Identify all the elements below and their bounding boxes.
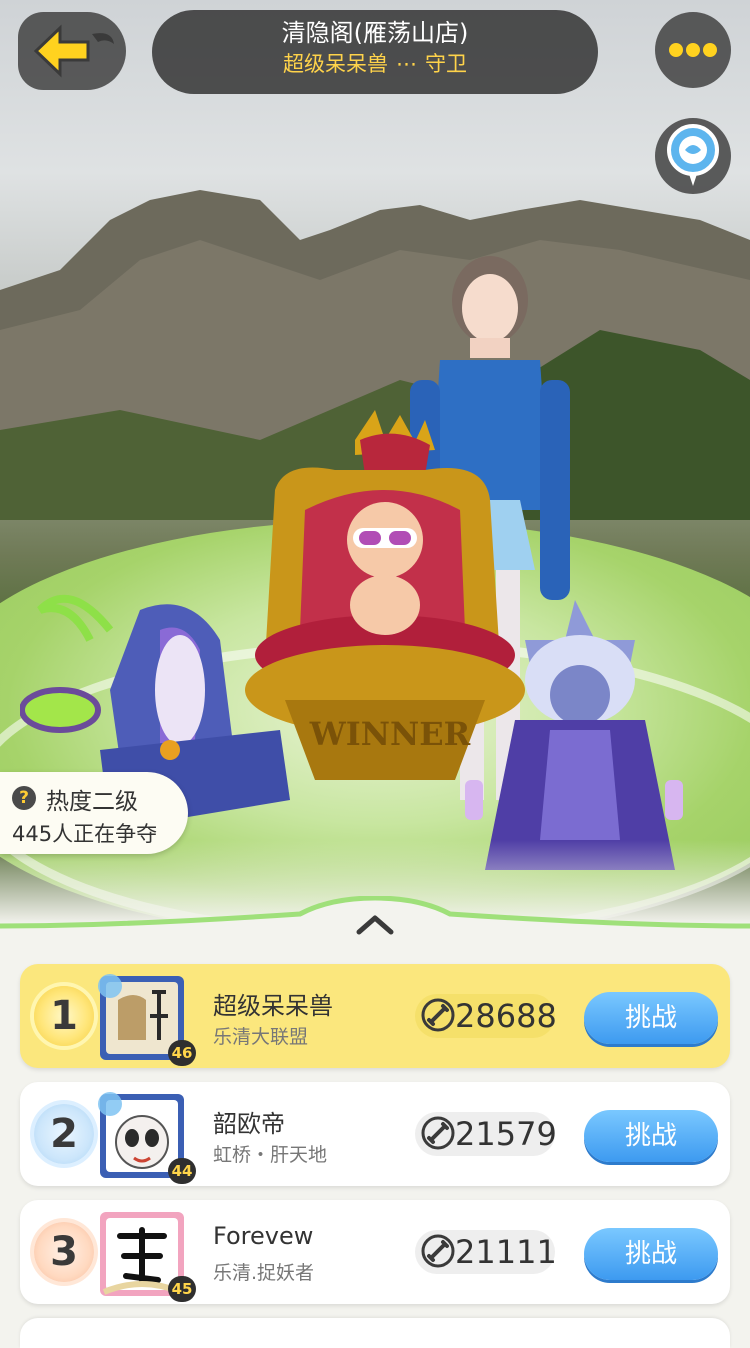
challenge-button[interactable]: 挑战 [584, 1228, 718, 1280]
ellipsis-glyph: ⋯ [396, 52, 417, 76]
score-value: 21579 [455, 1115, 557, 1153]
player-team: 乐清大联盟 [213, 1026, 309, 1048]
ranking-row-next[interactable] [20, 1318, 730, 1348]
level-badge: 45 [168, 1276, 196, 1302]
score-value: 21111 [455, 1233, 557, 1271]
heat-info-bubble[interactable]: ? 热度二级 445人正在争夺 [0, 772, 188, 854]
guard-suffix: 守卫 [425, 52, 467, 76]
player-name: 韶欧帝 [213, 1110, 285, 1138]
chevron-up-icon [356, 915, 394, 935]
ranking-row[interactable]: 3 45 Forevew 乐清.捉妖者 21111 挑战 [20, 1200, 730, 1304]
contender-count: 445人正在争夺 [12, 822, 158, 846]
rank-badge: 1 [34, 986, 94, 1046]
player-name: 超级呆呆兽 [213, 992, 333, 1020]
back-button[interactable] [18, 12, 126, 90]
location-pin-icon [667, 124, 719, 186]
rank-badge: 3 [34, 1222, 94, 1282]
location-title-pill: 清隐阁(雁荡山店) 超级呆呆兽 ⋯ 守卫 [152, 10, 598, 94]
player-team: 乐清.捉妖者 [213, 1262, 315, 1284]
rank-badge: 2 [34, 1104, 94, 1164]
level-badge: 46 [168, 1040, 196, 1066]
throne-winner-text: WINNER [309, 715, 471, 753]
challenge-button[interactable]: 挑战 [584, 992, 718, 1044]
level-badge: 44 [168, 1158, 196, 1184]
player-team: 虹桥・肝天地 [213, 1144, 328, 1166]
sword-badge-icon [421, 1116, 455, 1150]
power-score: 21111 [415, 1230, 557, 1274]
help-icon[interactable]: ? [12, 786, 36, 810]
location-button[interactable] [655, 118, 731, 194]
score-value: 28688 [455, 997, 557, 1035]
power-score: 21579 [415, 1112, 557, 1156]
ranking-row[interactable]: 2 44 韶欧帝 虹桥・肝天地 21579 挑战 [20, 1082, 730, 1186]
location-title: 清隐阁(雁荡山店) [281, 19, 469, 47]
power-score: 28688 [415, 994, 557, 1038]
heat-level: 热度二级 [46, 789, 138, 815]
ranking-row[interactable]: 1 46 超级呆呆兽 乐清大联盟 28688 挑战 [20, 964, 730, 1068]
guard-name: 超级呆呆兽 [283, 52, 388, 76]
more-button[interactable] [655, 12, 731, 88]
challenge-button[interactable]: 挑战 [584, 1110, 718, 1162]
sword-badge-icon [421, 998, 455, 1032]
player-name: Forevew [213, 1222, 314, 1250]
sword-badge-icon [421, 1234, 455, 1268]
back-arrow-icon [33, 24, 114, 78]
guard-line: 超级呆呆兽 ⋯ 守卫 [152, 48, 598, 80]
more-dots-icon [669, 43, 717, 57]
expand-list-button[interactable] [355, 912, 395, 940]
